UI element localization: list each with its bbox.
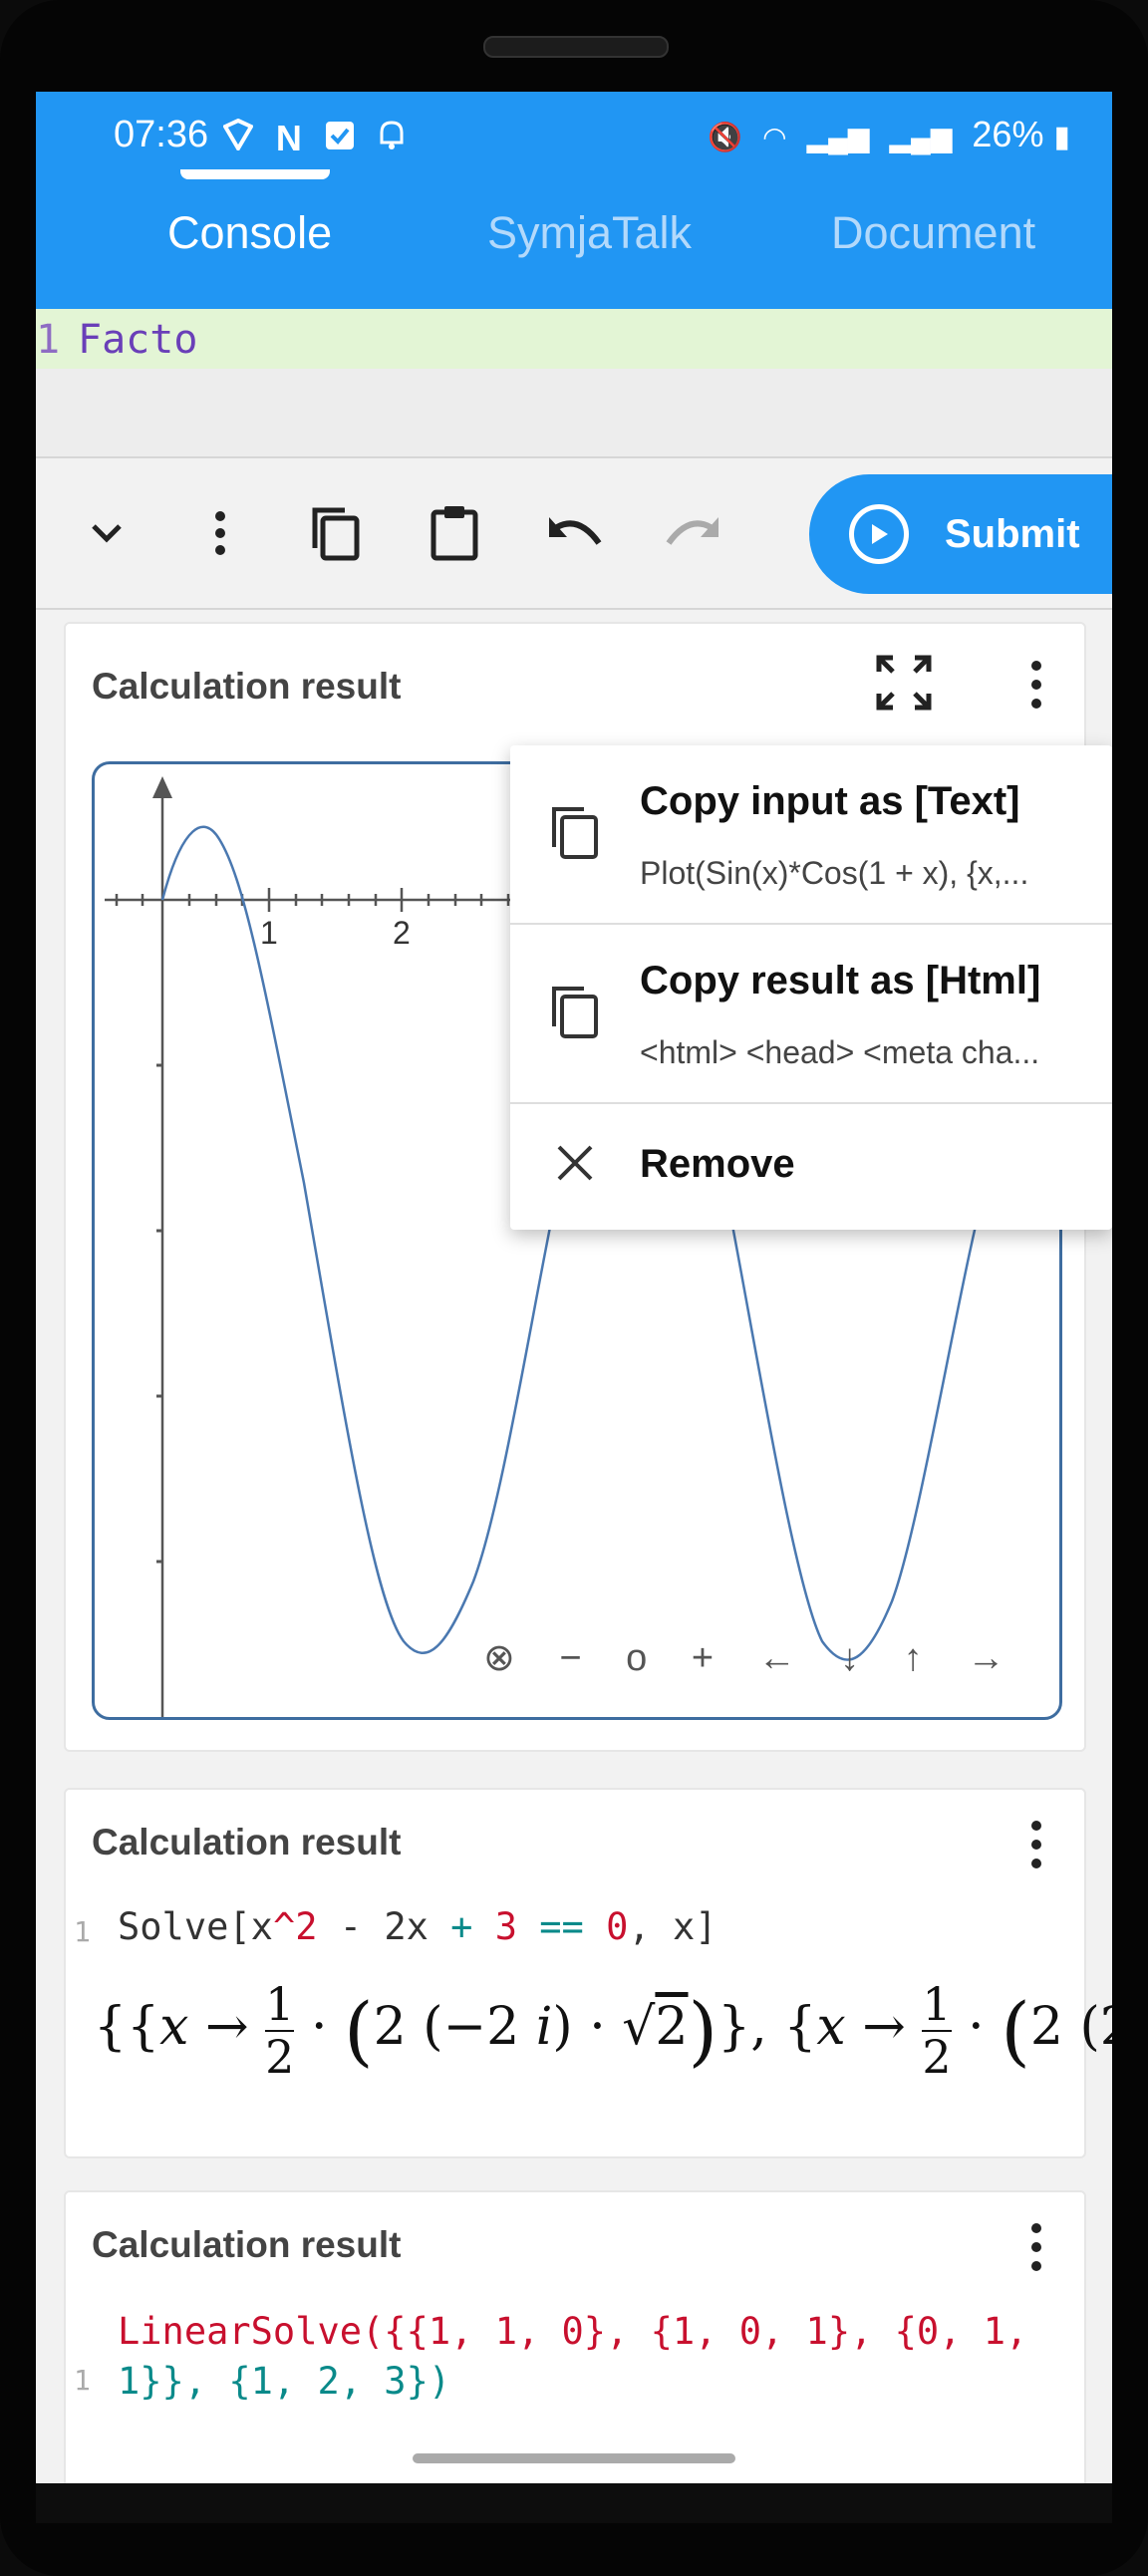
plot-navigation: ⊗ − o + ← ↓ ↑ → bbox=[483, 1635, 1038, 1680]
tab-document[interactable]: Document bbox=[831, 207, 1035, 259]
status-system-icons: 🔇 ◠ ▂▄▆ ▂▄▆ 26% ▮ bbox=[708, 114, 1070, 155]
redo-icon[interactable] bbox=[659, 498, 728, 568]
battery-icon: ▮ bbox=[1053, 121, 1070, 153]
x-tick-label-2: 2 bbox=[393, 915, 411, 951]
device-bottom-bezel bbox=[36, 2483, 1112, 2523]
result-card-solve: Calculation result 1 Solve[x^2 - 2x + 3 … bbox=[64, 1788, 1112, 2158]
menu-item-remove[interactable]: Remove bbox=[510, 1104, 1112, 1230]
input-line-number: 1 bbox=[74, 1915, 91, 1948]
zoom-in-button[interactable]: + bbox=[692, 1637, 714, 1680]
linearsolve-input-line1[interactable]: LinearSolve({{1, 1, 0}, {1, 0, 1}, {0, 1… bbox=[118, 2310, 1027, 2353]
n-app-icon: N bbox=[275, 118, 302, 158]
menu-item-title: Copy input as [Text] bbox=[640, 779, 1020, 823]
paste-icon[interactable] bbox=[420, 498, 489, 568]
context-menu: Copy input as [Text] Plot(Sin(x)*Cos(1 +… bbox=[510, 745, 1112, 1230]
status-notification-icons: N bbox=[222, 118, 420, 159]
solve-input[interactable]: Solve[x^2 - 2x + 3 == 0, x] bbox=[118, 1905, 718, 1948]
card-title: Calculation result bbox=[92, 666, 402, 707]
input-line-number: 1 bbox=[74, 2364, 91, 2397]
zoom-out-button[interactable]: − bbox=[559, 1637, 581, 1680]
card-more-icon[interactable] bbox=[1016, 650, 1056, 719]
chevron-down-icon[interactable] bbox=[72, 498, 142, 568]
card-more-icon[interactable] bbox=[1016, 2212, 1056, 2282]
editor-line-number: 1 bbox=[36, 317, 61, 363]
card-more-icon[interactable] bbox=[1016, 1810, 1056, 1879]
shield-icon bbox=[222, 118, 262, 157]
menu-item-copy-input-text[interactable]: Copy input as [Text] Plot(Sin(x)*Cos(1 +… bbox=[510, 745, 1112, 923]
active-tab-indicator bbox=[180, 169, 330, 179]
submit-label: Submit bbox=[945, 511, 1080, 556]
checkbox-app-icon bbox=[325, 122, 364, 157]
signal-icon-2: ▂▄▆ bbox=[889, 122, 953, 152]
copy-icon[interactable] bbox=[300, 498, 370, 568]
reset-view-button[interactable]: ⊗ bbox=[483, 1635, 515, 1680]
menu-item-subtitle: <html> <head> <meta cha... bbox=[640, 1034, 1040, 1070]
app-screen: 07:36 N 🔇 ◠ ▂▄▆ ▂▄▆ 26% ▮ Console SymjaT… bbox=[36, 92, 1112, 2483]
card-title: Calculation result bbox=[92, 2224, 402, 2265]
wifi-icon: ◠ bbox=[762, 122, 787, 152]
copy-icon bbox=[548, 983, 600, 1045]
editor-input-text[interactable]: Facto bbox=[78, 317, 197, 363]
zoom-reset-button[interactable]: o bbox=[626, 1637, 647, 1680]
battery-level: 26% bbox=[972, 114, 1044, 154]
undo-icon[interactable] bbox=[539, 498, 609, 568]
code-editor[interactable]: 1 Facto bbox=[36, 309, 1112, 456]
submit-button[interactable]: Submit bbox=[809, 474, 1112, 594]
pan-up-button[interactable]: ↑ bbox=[904, 1637, 923, 1680]
app-bar: 07:36 N 🔇 ◠ ▂▄▆ ▂▄▆ 26% ▮ Console SymjaT… bbox=[36, 92, 1112, 309]
pan-down-button[interactable]: ↓ bbox=[840, 1637, 859, 1680]
pan-right-button[interactable]: → bbox=[967, 1637, 1004, 1680]
editor-toolbar: Submit bbox=[36, 458, 1112, 608]
fullscreen-icon[interactable] bbox=[875, 654, 933, 716]
close-icon bbox=[556, 1144, 594, 1187]
pan-left-button[interactable]: ← bbox=[758, 1637, 796, 1680]
mute-icon: 🔇 bbox=[708, 122, 743, 152]
phone-frame: 07:36 N 🔇 ◠ ▂▄▆ ▂▄▆ 26% ▮ Console SymjaT… bbox=[0, 0, 1148, 2576]
card-title: Calculation result bbox=[92, 1822, 402, 1862]
menu-item-title: Remove bbox=[640, 1142, 795, 1186]
status-time: 07:36 bbox=[114, 114, 209, 155]
result-card-linearsolve: Calculation result 1 LinearSolve({{1, 1,… bbox=[64, 2190, 1086, 2483]
tab-console[interactable]: Console bbox=[167, 207, 332, 259]
tab-symjatalk[interactable]: SymjaTalk bbox=[487, 207, 692, 259]
linearsolve-input-line2[interactable]: 1}}, {1, 2, 3}) bbox=[118, 2360, 450, 2403]
play-icon bbox=[849, 504, 909, 564]
signal-icon: ▂▄▆ bbox=[806, 122, 870, 152]
earpiece-speaker bbox=[483, 36, 669, 58]
toolbar-divider bbox=[36, 608, 1112, 610]
menu-item-title: Copy result as [Html] bbox=[640, 959, 1041, 1002]
menu-item-subtitle: Plot(Sin(x)*Cos(1 + x), {x,... bbox=[640, 855, 1029, 891]
copy-icon bbox=[548, 803, 600, 866]
y-axis-arrow bbox=[152, 776, 172, 798]
menu-item-copy-result-html[interactable]: Copy result as [Html] <html> <head> <met… bbox=[510, 925, 1112, 1102]
bell-icon bbox=[378, 121, 406, 157]
home-indicator[interactable] bbox=[413, 2453, 735, 2463]
more-vert-icon[interactable] bbox=[185, 498, 255, 568]
x-tick-label-1: 1 bbox=[260, 915, 278, 951]
solve-result-math: {{x → 12 · (2 (−2 i) · √2)}, {x → 12 · (… bbox=[94, 1977, 1112, 2084]
